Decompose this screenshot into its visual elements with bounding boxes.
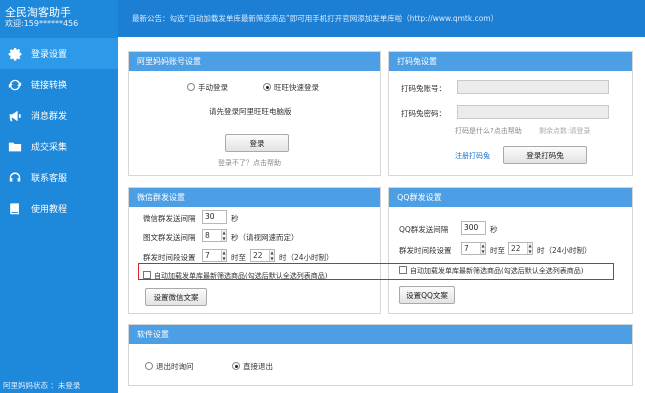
login-button[interactable]: 登录 [225,134,289,152]
headset-icon [8,171,22,185]
sidebar-item-label: 链接转换 [31,81,68,91]
stepper-arrows-icon[interactable]: ▲ ▼ [527,243,532,254]
captcha-register-link[interactable]: 注册打码兔 [455,151,490,161]
captcha-help-link[interactable]: 打码是什么?点击帮助 [455,126,522,136]
panel-title: 打码兔设置 [389,52,632,71]
alimama-settings-panel: 阿里妈妈账号设置 手动登录 旺旺快速登录 请先登录阿里旺旺电脑版 登录 登录不了… [128,51,381,176]
refresh-icon [8,78,22,92]
stepper-value: 22 [511,244,521,253]
sidebar-item-label: 使用教程 [31,205,68,215]
software-settings-panel: 软件设置 退出时询问 直接退出 [128,324,633,386]
exit-ask-radio[interactable] [145,362,153,370]
wechat-interval-label: 微信群发送间隔 [143,214,196,223]
stepper-value: 7 [205,251,210,260]
stepper-arrows-icon[interactable]: ▲ ▼ [221,250,226,261]
qq-time-from-stepper[interactable]: 7 ▲ ▼ [461,242,486,255]
fast-login-radio[interactable] [263,83,271,91]
header-bar: 最新公告：勾选“自动加载发单库最新筛选商品”即可用手机打开官网添加发单库啦（ht… [118,0,645,37]
captcha-balance-text: 剩余点数:请登录 [539,127,591,135]
panel-title: 微信群发设置 [129,188,380,207]
sidebar-item-deal-collect[interactable]: 成交采集 [0,131,118,162]
stepper-value: 8 [205,231,210,240]
exit-direct-option[interactable]: 直接退出 [232,361,273,372]
exit-ask-option[interactable]: 退出时询问 [145,361,194,372]
manual-login-radio[interactable] [187,83,195,91]
sidebar-item-label: 成交采集 [31,143,68,153]
stepper-value: 7 [464,244,469,253]
captcha-password-input[interactable] [457,105,609,119]
stepper-arrows-icon[interactable]: ▲ ▼ [269,250,274,261]
sidebar-item-support[interactable]: 联系客服 [0,162,118,193]
main-content: 阿里妈妈账号设置 手动登录 旺旺快速登录 请先登录阿里旺旺电脑版 登录 登录不了… [118,37,645,393]
notice-text: 最新公告：勾选“自动加载发单库最新筛选商品”即可用手机打开官网添加发单库啦（ht… [132,14,499,23]
exit-direct-radio[interactable] [232,362,240,370]
sidebar-item-login-settings[interactable]: 登录设置 [0,38,118,69]
captcha-account-input[interactable] [457,80,609,94]
panel-title: 阿里妈妈账号设置 [129,52,380,71]
sidebar-item-link-convert[interactable]: 链接转换 [0,69,118,100]
qq-interval-label: QQ群发送间隔 [399,225,449,234]
wechat-image-stepper[interactable]: 8 ▲ ▼ [202,229,227,242]
set-qq-copy-button[interactable]: 设置QQ文案 [399,286,455,304]
stepper-value: 22 [253,251,263,260]
folder-icon [8,140,22,154]
megaphone-icon [8,109,22,123]
wangwang-login-link[interactable]: 请先登录阿里旺旺电脑版 [209,106,292,117]
fast-login-option[interactable]: 旺旺快速登录 [263,82,319,93]
stepper-arrows-icon[interactable]: ▲ ▼ [480,243,485,254]
gear-icon [8,47,22,61]
wechat-image-unit: 秒（请视网速而定） [231,233,299,242]
captcha-login-button[interactable]: 登录打码兔 [503,146,587,164]
wechat-settings-panel: 微信群发设置 微信群发送间隔 30 秒 图文群发送间隔 8 ▲ ▼ 秒（请视网速而定… [128,187,381,314]
sidebar-item-label: 联系客服 [31,174,68,184]
stepper-arrows-icon[interactable]: ▲ ▼ [221,230,226,241]
alimama-status: 阿里妈妈状态 ：未登录 [3,381,81,390]
captcha-settings-panel: 打码兔设置 打码兔账号： 打码兔密码： 打码是什么?点击帮助 剩余点数:请登录 … [388,51,633,176]
wechat-time-from-stepper[interactable]: 7 ▲ ▼ [202,249,227,262]
highlight-box [138,263,614,280]
welcome-text: 欢迎:159******456 [5,19,79,28]
wechat-interval-input[interactable]: 30 [202,210,227,224]
wechat-time-label: 群发时间段设置 [143,253,196,262]
qq-interval-input[interactable]: 300 [461,221,486,235]
captcha-account-label: 打码兔账号： [401,84,446,93]
sidebar-item-mass-message[interactable]: 消息群发 [0,100,118,131]
wechat-time-to-stepper[interactable]: 22 ▲ ▼ [250,249,275,262]
qq-time-label: 群发时间段设置 [399,246,452,255]
option-label: 退出时询问 [156,362,194,371]
qq-time-to-stepper[interactable]: 22 ▲ ▼ [508,242,533,255]
qq-settings-panel: QQ群发设置 QQ群发送间隔 300 秒 群发时间段设置 7 ▲ ▼ 时至 22 ▲ ▼… [388,187,633,314]
sidebar-item-label: 登录设置 [31,50,68,60]
login-help-link[interactable]: 登录不了？点击帮助 [218,158,281,168]
sidebar-nav: 登录设置 链接转换 消息群发 成交采集 联系客服 使用教程 [0,38,118,224]
manual-login-option[interactable]: 手动登录 [187,82,228,93]
set-wechat-copy-button[interactable]: 设置微信文案 [145,288,207,306]
qq-time-mid: 时至 [490,246,505,255]
wechat-time-mid: 时至 [231,253,246,262]
panel-title: QQ群发设置 [389,188,632,207]
option-label: 直接退出 [243,362,273,371]
qq-time-unit: 时（24小时制） [537,246,592,255]
captcha-password-label: 打码兔密码： [401,109,446,118]
qq-interval-unit: 秒 [490,225,498,234]
sidebar-item-tutorial[interactable]: 使用教程 [0,193,118,224]
book-icon [8,202,22,216]
sidebar: 全民淘客助手 欢迎:159******456 登录设置 链接转换 消息群发 成交… [0,0,118,393]
wechat-image-label: 图文群发送间隔 [143,233,196,242]
sidebar-item-label: 消息群发 [31,112,68,122]
wechat-time-unit: 时（24小时制） [279,253,334,262]
option-label: 手动登录 [198,83,228,92]
option-label: 旺旺快速登录 [274,83,319,92]
wechat-interval-unit: 秒 [231,214,239,223]
panel-title: 软件设置 [129,325,632,344]
